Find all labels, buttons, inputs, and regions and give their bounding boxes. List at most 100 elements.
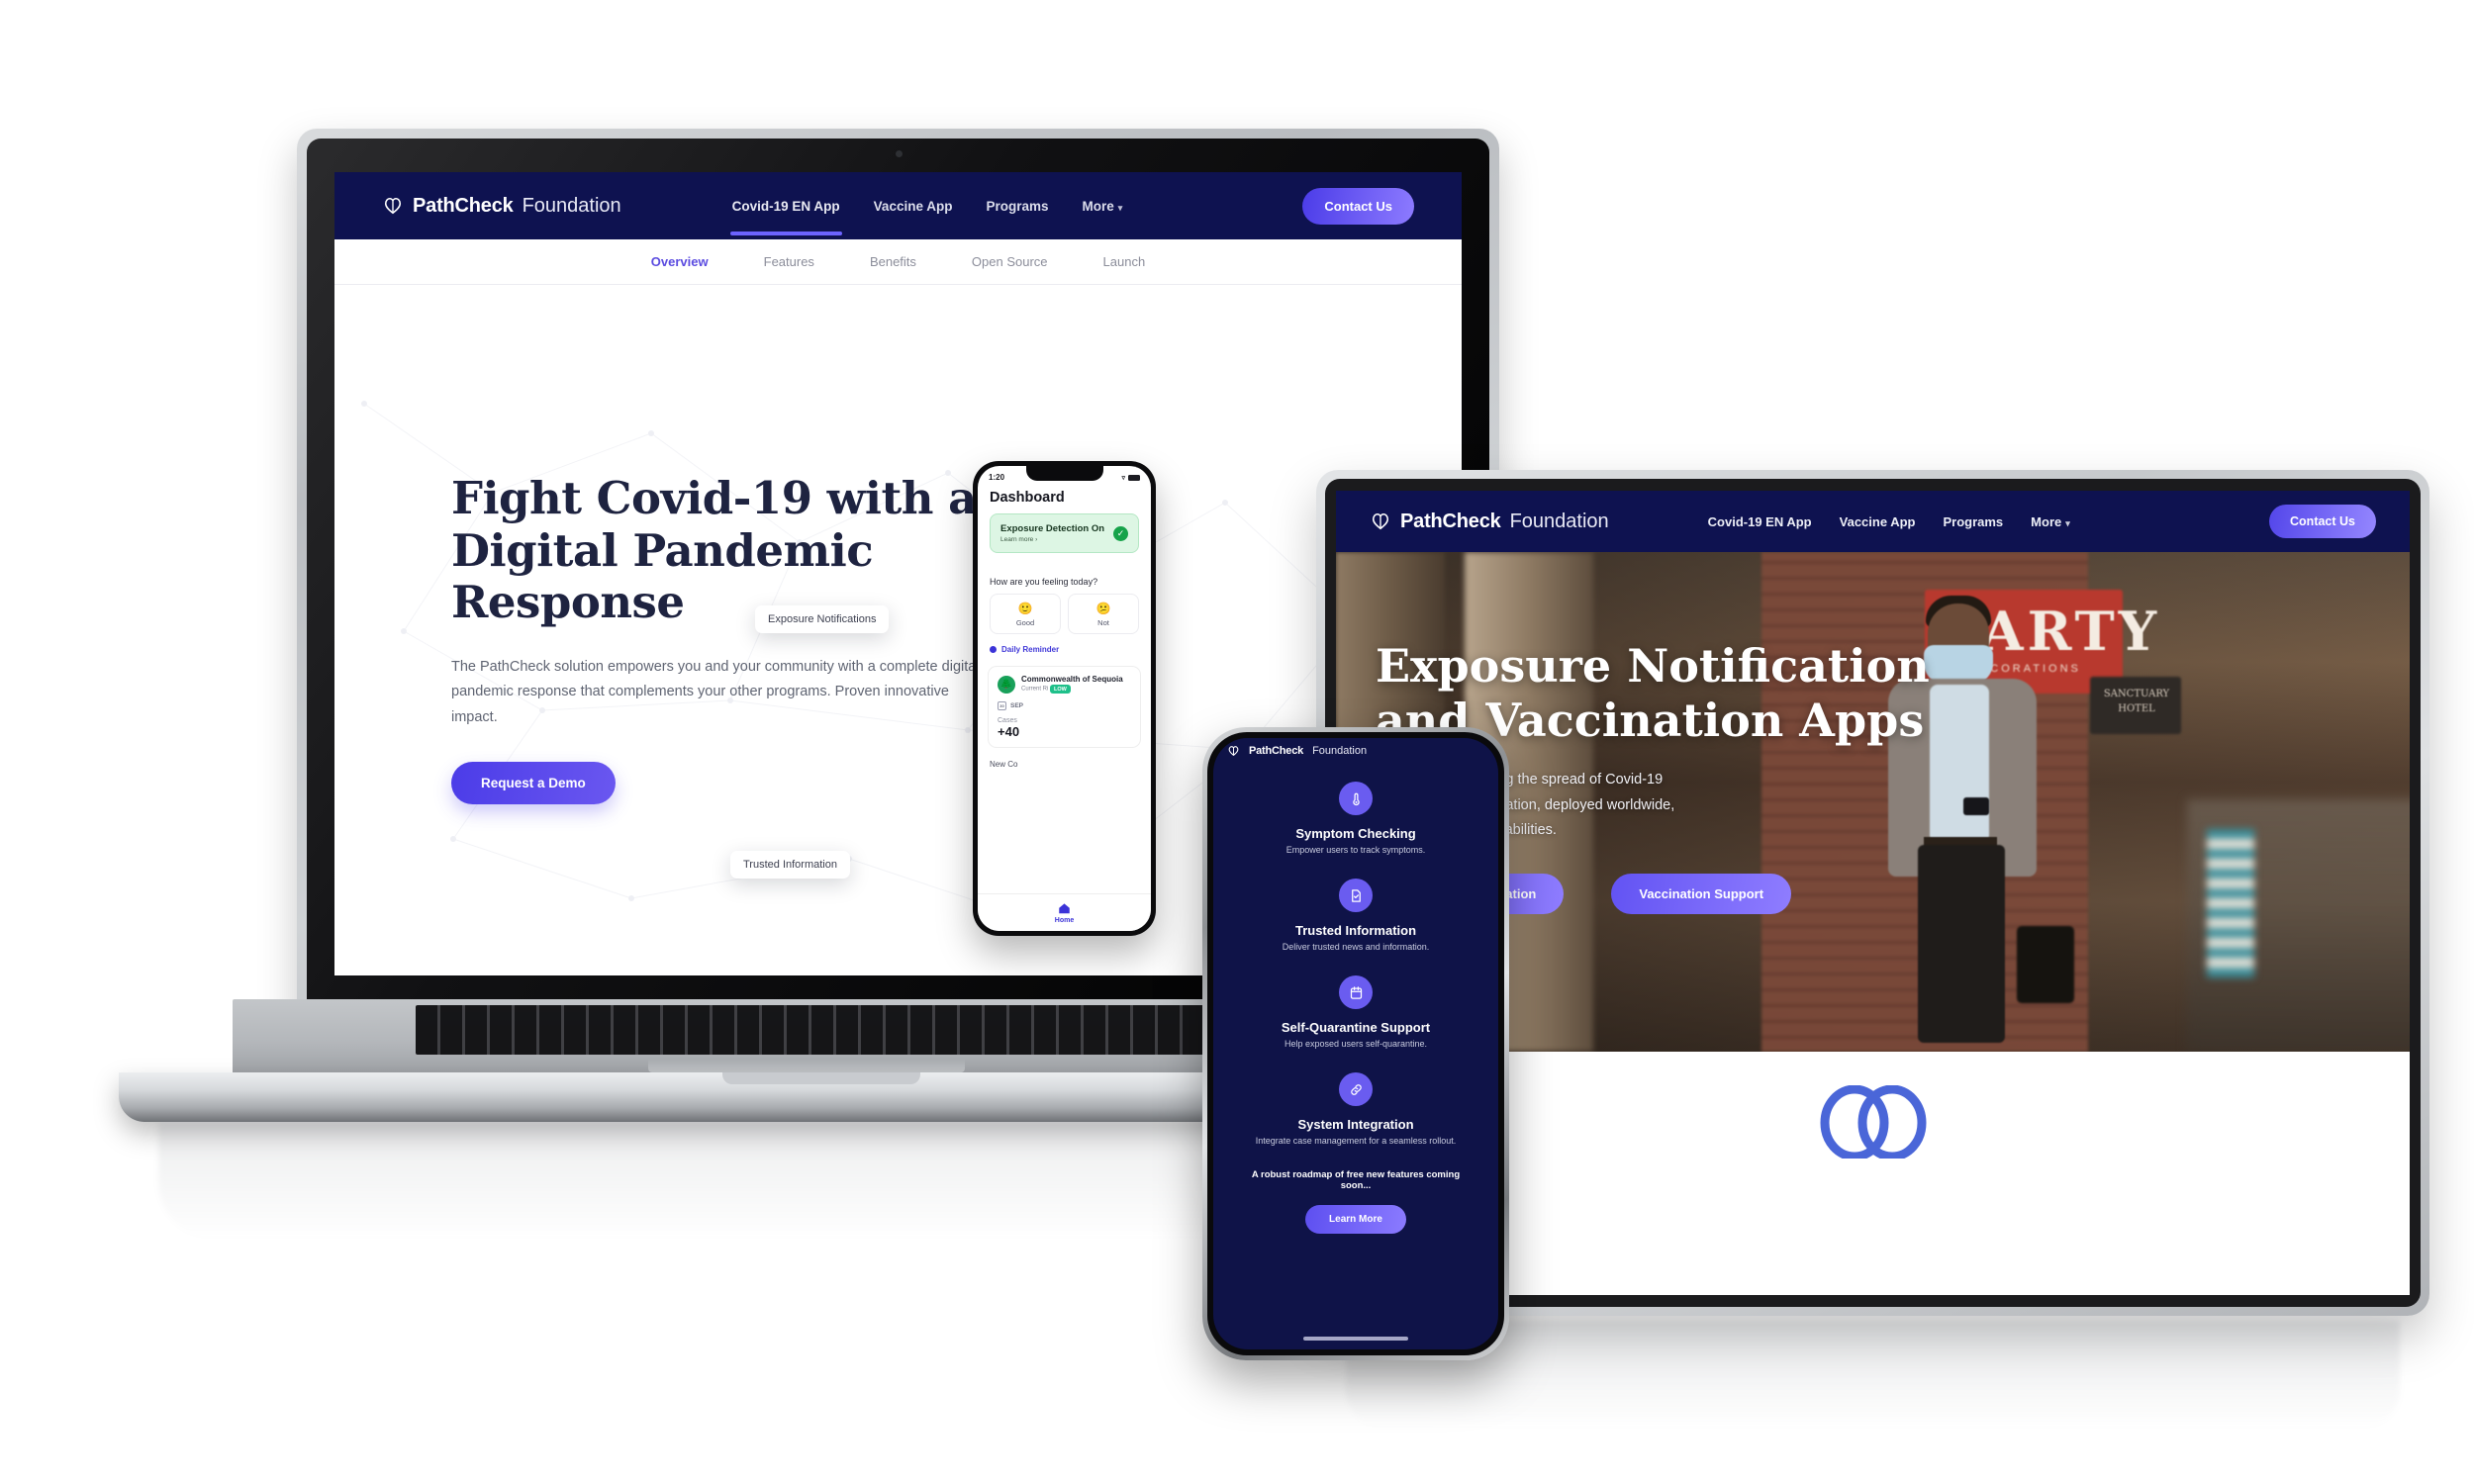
webcam-icon — [895, 150, 903, 157]
organization-card[interactable]: 🌲 Commonwealth of Sequoia Current Ri LOW — [988, 666, 1141, 748]
nav-link-programs[interactable]: Programs — [986, 177, 1048, 235]
phone-tab-bar: Home — [978, 893, 1151, 931]
tablet-brand-logo[interactable]: PathCheck Foundation — [1370, 510, 1609, 533]
hero-copy: Fight Covid-19 with a Digital Pandemic R… — [451, 472, 986, 805]
tooltip-exposure-notifications: Exposure Notifications — [755, 605, 890, 633]
tablet-brand-name-light: Foundation — [1509, 510, 1609, 532]
exposure-card-title: Exposure Detection On — [1000, 523, 1105, 534]
brand-logo[interactable]: PathCheck Foundation — [382, 195, 621, 218]
thermometer-icon — [1339, 782, 1373, 815]
subnav-item-benefits[interactable]: Benefits — [870, 254, 916, 269]
org-header: 🌲 Commonwealth of Sequoia Current Ri LOW — [998, 675, 1131, 694]
feature-title-trusted-information: Trusted Information — [1294, 923, 1417, 938]
nav-link-vaccine-app[interactable]: Vaccine App — [874, 177, 953, 235]
feature-desc-trusted-information: Deliver trusted news and information. — [1282, 942, 1430, 952]
feature-desc-self-quarantine-support: Help exposed users self-quarantine. — [1284, 1039, 1428, 1049]
list-item-symptom-checking[interactable]: Symptom Checking Empower users to track … — [1229, 782, 1482, 855]
tablet-nav-more-label: More — [2031, 513, 2062, 529]
tablet-navbar: PathCheck Foundation Covid-19 EN App Vac… — [1336, 491, 2410, 552]
tablet-nav-link-more[interactable]: More ▾ — [2031, 514, 2070, 529]
tablet-nav-link-covid19-en-app[interactable]: Covid-19 EN App — [1708, 514, 1812, 529]
pathcheck-double-ring-logo-icon — [1820, 1084, 1926, 1161]
status-badge: LOW — [1050, 685, 1071, 694]
dashboard-phone-mockup: 1:20 ▿ Dashboard Exposure Detection On L… — [973, 461, 1156, 936]
check-circle-icon: ✓ — [1113, 525, 1128, 541]
mood-prompt: How are you feeling today? — [990, 577, 1098, 587]
subnav-item-overview[interactable]: Overview — [651, 254, 709, 269]
chevron-right-icon: › — [1035, 536, 1038, 543]
tablet-nav-link-vaccine-app[interactable]: Vaccine App — [1840, 514, 1916, 529]
tablet-nav-link-programs[interactable]: Programs — [1943, 514, 2003, 529]
mood-options: 🙂 Good 😕 Not — [978, 594, 1151, 634]
exposure-detection-card[interactable]: Exposure Detection On Learn more › ✓ — [990, 513, 1139, 553]
screenshot-root: PathCheck Foundation Covid-19 EN App Vac… — [0, 0, 2474, 1484]
subnav-item-open-source[interactable]: Open Source — [972, 254, 1048, 269]
org-date-row: 30 SEP — [998, 701, 1131, 710]
list-item-system-integration[interactable]: System Integration Integrate case manage… — [1229, 1072, 1482, 1146]
feature-desc-symptom-checking: Empower users to track symptoms. — [1285, 845, 1426, 855]
list-item-self-quarantine-support[interactable]: Self-Quarantine Support Help exposed use… — [1229, 975, 1482, 1049]
pathcheck-double-heart-logo-icon — [1370, 511, 1391, 531]
page-title: Fight Covid-19 with a Digital Pandemic R… — [451, 472, 977, 629]
mood-option-not[interactable]: 😕 Not — [1068, 594, 1139, 634]
home-indicator[interactable] — [1303, 1337, 1408, 1341]
tablet-contact-us-button[interactable]: Contact Us — [2269, 505, 2376, 538]
phone-notch — [1025, 466, 1103, 481]
feature-list: Symptom Checking Empower users to track … — [1213, 764, 1498, 1234]
nav-link-more[interactable]: More ▾ — [1082, 177, 1122, 235]
tablet-nav-links: Covid-19 EN App Vaccine App Programs Mor… — [1708, 514, 2070, 529]
pathcheck-double-heart-logo-icon — [1227, 745, 1240, 757]
subnav-item-features[interactable]: Features — [764, 254, 814, 269]
photo-striped-shirt-person — [2207, 829, 2254, 977]
wifi-icon: ▿ — [1121, 474, 1125, 482]
contact-us-button[interactable]: Contact Us — [1302, 187, 1414, 225]
mood-label-good: Good — [1015, 618, 1035, 627]
dashboard-title: Dashboard — [990, 490, 1065, 506]
chevron-down-icon: ▾ — [2065, 517, 2070, 528]
laptop-subnav: Overview Features Benefits Open Source L… — [334, 239, 1462, 285]
link-icon — [1339, 1072, 1373, 1106]
pathcheck-double-heart-logo-icon — [382, 196, 404, 216]
document-check-icon — [1339, 879, 1373, 912]
brand-name-light: Foundation — [522, 194, 621, 217]
front-phone-brand-bold: PathCheck — [1249, 745, 1304, 757]
front-phone-body: PathCheck Foundation Symptom Checking Em… — [1207, 732, 1504, 1355]
status-indicators: ▿ — [1121, 474, 1140, 482]
mood-label-not: Not — [1097, 618, 1109, 627]
front-phone-frame: PathCheck Foundation Symptom Checking Em… — [1202, 727, 1509, 1360]
feature-title-self-quarantine-support: Self-Quarantine Support — [1281, 1020, 1431, 1035]
photo-shop-sign-text: SANCTUARY HOTEL — [2103, 689, 2170, 714]
tree-icon: 🌲 — [998, 675, 1015, 694]
roadmap-text: A robust roadmap of free new features co… — [1251, 1169, 1461, 1191]
laptop-front-notch — [722, 1072, 920, 1084]
org-risk-label: Current Ri — [1021, 686, 1049, 693]
feature-title-symptom-checking: Symptom Checking — [1295, 826, 1416, 841]
subnav-item-launch[interactable]: Launch — [1103, 254, 1146, 269]
home-icon[interactable] — [1057, 901, 1072, 915]
exposure-card-learn-more-link[interactable]: Learn more › — [1000, 536, 1104, 543]
nav-links: Covid-19 EN App Vaccine App Programs Mor… — [729, 177, 1122, 235]
request-a-demo-button[interactable]: Request a Demo — [451, 762, 616, 805]
org-risk-row: Current Ri LOW — [1021, 685, 1123, 694]
mood-option-good[interactable]: 🙂 Good — [990, 594, 1061, 634]
front-phone-screen: PathCheck Foundation Symptom Checking Em… — [1213, 738, 1498, 1349]
org-name: Commonwealth of Sequoia — [1021, 675, 1123, 684]
front-phone-header: PathCheck Foundation — [1213, 738, 1498, 764]
list-item-trusted-information[interactable]: Trusted Information Deliver trusted news… — [1229, 879, 1482, 952]
nav-link-more-label: More — [1082, 198, 1114, 214]
calendar-icon — [1339, 975, 1373, 1009]
dashboard-phone-screen: 1:20 ▿ Dashboard Exposure Detection On L… — [978, 466, 1151, 931]
feature-title-system-integration: System Integration — [1297, 1117, 1414, 1132]
confused-face-icon: 😕 — [1095, 602, 1111, 615]
status-time: 1:20 — [989, 473, 1005, 482]
feature-desc-system-integration: Integrate case management for a seamless… — [1255, 1136, 1457, 1146]
vaccination-support-button[interactable]: Vaccination Support — [1611, 873, 1792, 914]
learn-more-button[interactable]: Learn More — [1305, 1205, 1406, 1234]
front-phone-mockup: PathCheck Foundation Symptom Checking Em… — [1202, 727, 1509, 1360]
battery-icon — [1128, 474, 1140, 481]
daily-reminder-row[interactable]: Daily Reminder — [978, 634, 1151, 654]
chevron-down-icon: ▾ — [1117, 202, 1123, 213]
cases-value: +40 — [998, 724, 1020, 739]
nav-link-covid19-en-app[interactable]: Covid-19 EN App — [729, 177, 842, 235]
learn-more-label: Learn more — [1000, 536, 1034, 543]
